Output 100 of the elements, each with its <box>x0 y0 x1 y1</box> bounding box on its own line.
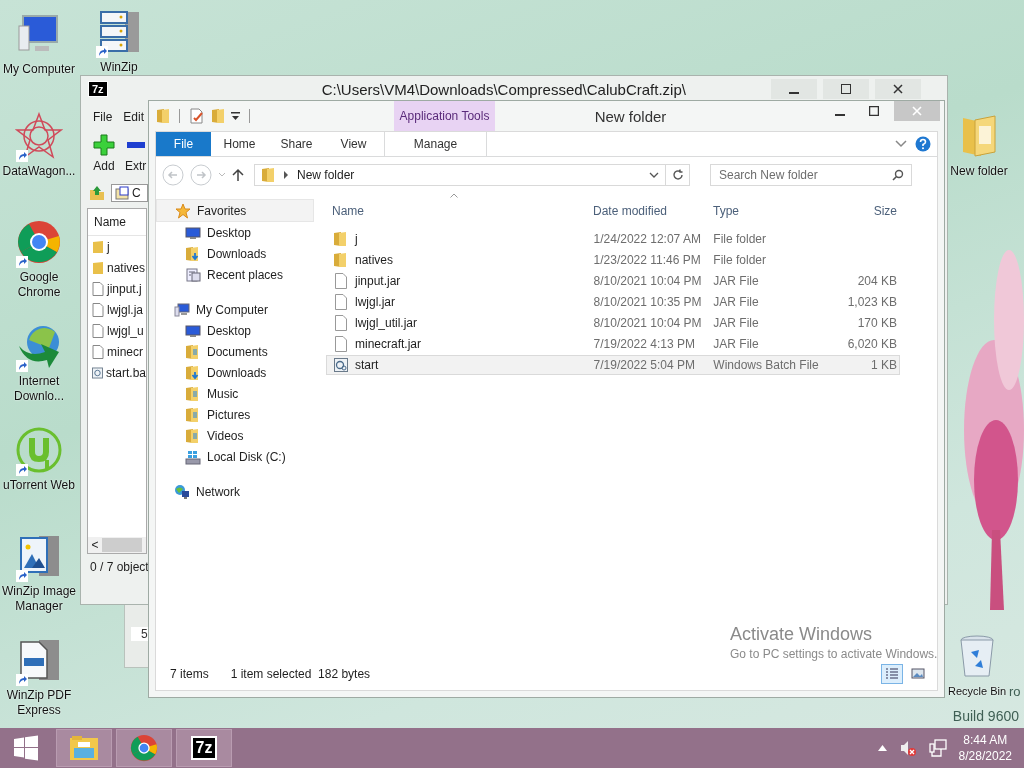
file-row[interactable]: minecraft.jar 7/19/2022 4:13 PM JAR File 6,020 KB <box>326 334 900 354</box>
address-bar[interactable]: New folder <box>254 164 666 186</box>
nav-item[interactable]: Recent places <box>156 264 314 285</box>
file-icon <box>333 273 349 289</box>
speaker-muted-icon[interactable] <box>898 739 917 757</box>
ribbon-tab[interactable]: Share <box>268 132 325 156</box>
column-header[interactable]: Name <box>88 209 146 236</box>
desktop-icon-label[interactable]: DataWagon... <box>2 164 76 179</box>
file-name[interactable]: j <box>107 239 110 254</box>
details-view-button[interactable] <box>881 664 903 684</box>
type-cell: JAR File <box>713 295 759 309</box>
folder-icon <box>92 260 104 275</box>
file-name[interactable]: lwjgl.ja <box>107 302 143 317</box>
search-icon[interactable] <box>892 169 904 181</box>
breadcrumb-arrow-icon[interactable] <box>283 171 289 179</box>
customize-dropdown-icon[interactable] <box>231 111 240 121</box>
nav-item[interactable]: Music <box>156 383 314 404</box>
window-fragment-text: 5 <box>131 627 148 641</box>
maximize-button[interactable] <box>823 79 869 99</box>
download-folder-icon <box>185 245 201 262</box>
refresh-button[interactable] <box>666 164 690 186</box>
maximize-icon <box>841 84 851 94</box>
nav-item[interactable]: Downloads <box>156 362 314 383</box>
file-name[interactable]: jinput.j <box>107 281 142 296</box>
minimize-button[interactable] <box>771 79 817 99</box>
up-arrow-icon[interactable] <box>232 168 244 182</box>
folder-icon <box>185 343 201 360</box>
file-name[interactable]: start.ba <box>105 365 146 380</box>
column-header[interactable]: Size <box>827 204 899 218</box>
file-row[interactable]: j 1/24/2022 12:07 AM File folder <box>326 229 900 249</box>
properties-icon[interactable] <box>189 108 205 124</box>
desktop-icon-label[interactable]: Recycle Bin <box>947 684 1007 699</box>
nav-item[interactable]: Local Disk (C:) <box>156 446 314 467</box>
desktop-icon-label[interactable]: WinZip PDF Express <box>0 688 78 718</box>
up-folder-icon[interactable] <box>89 185 105 201</box>
column-header[interactable]: Name <box>326 204 587 218</box>
refresh-icon <box>671 169 684 181</box>
show-hidden-icons[interactable] <box>877 745 887 751</box>
desktop-icon-label[interactable]: WinZip <box>100 60 138 75</box>
nav-item[interactable]: My Computer <box>156 299 314 320</box>
torrent-icon[interactable] <box>15 426 63 474</box>
sevenzip-taskbar-button[interactable]: 7z <box>176 729 232 767</box>
chrome-icon[interactable] <box>15 218 63 266</box>
size-cell: 1,023 KB <box>847 295 897 309</box>
file-row[interactable]: start 7/19/2022 5:04 PM Windows Batch File 1 KB <box>326 355 900 375</box>
ribbon-tab[interactable]: Home <box>211 132 268 156</box>
desktop-icon-label[interactable]: WinZip Image Manager <box>0 584 78 614</box>
file-explorer-taskbar-button[interactable] <box>56 729 112 767</box>
dropdown-icon[interactable] <box>649 172 659 178</box>
nav-item[interactable]: Desktop <box>156 320 314 341</box>
ribbon-tab[interactable]: View <box>325 132 382 156</box>
edition-text: ro <box>1009 684 1021 699</box>
folder-icon <box>185 406 201 423</box>
star-pattern-icon[interactable] <box>15 112 63 160</box>
column-header[interactable]: Date modified <box>587 204 707 218</box>
desktop-icon-label[interactable]: My Computer <box>3 62 75 77</box>
desktop-icon-label[interactable]: Google Chrome <box>0 270 78 300</box>
nav-item[interactable]: Downloads <box>156 243 314 264</box>
nav-item[interactable]: Pictures <box>156 404 314 425</box>
nav-item[interactable]: Network <box>156 481 314 502</box>
file-row[interactable]: lwjgl_util.jar 8/10/2021 10:04 PM JAR File 170 KB <box>326 313 900 333</box>
file-row[interactable]: natives 1/23/2022 11:46 PM File folder <box>326 250 900 270</box>
type-cell: File folder <box>713 253 766 267</box>
file-name[interactable]: natives <box>107 260 146 275</box>
file-name[interactable]: lwjgl_u <box>107 323 144 338</box>
plus-icon <box>93 134 115 156</box>
help-icon[interactable] <box>915 136 931 152</box>
nav-item[interactable]: Documents <box>156 341 314 362</box>
type-cell: JAR File <box>713 337 759 351</box>
toolbar-button[interactable]: Extr <box>125 134 147 176</box>
nav-item[interactable]: Desktop <box>156 222 314 243</box>
type-cell: File folder <box>713 232 766 246</box>
file-name: jinput.jar <box>355 274 401 288</box>
expand-ribbon-icon[interactable] <box>895 140 907 148</box>
nav-item[interactable]: Videos <box>156 425 314 446</box>
ribbon-tab[interactable]: File <box>156 132 211 156</box>
desktop-icon-label[interactable]: Internet Downlo... <box>0 374 78 404</box>
column-header[interactable]: Type <box>707 204 827 218</box>
chrome-icon <box>129 733 159 763</box>
folder-icon <box>68 734 100 762</box>
date-cell: 8/10/2021 10:04 PM <box>593 274 702 288</box>
menu-item[interactable]: Edit <box>123 110 145 124</box>
scrollbar-thumb[interactable] <box>102 538 142 552</box>
network-icon[interactable] <box>928 739 947 757</box>
toolbar-button[interactable]: Add <box>93 134 115 176</box>
menu-item[interactable]: File <box>93 110 113 124</box>
file-icon <box>333 315 349 331</box>
desktop-icon-label[interactable]: uTorrent Web <box>3 478 75 493</box>
archive-icon <box>115 186 129 200</box>
ribbon-tab[interactable]: Manage <box>384 132 487 156</box>
search-field[interactable]: Search New folder <box>710 164 912 186</box>
desktop-icon-label[interactable]: New folder <box>950 164 1008 179</box>
file-name[interactable]: minecr <box>107 344 143 359</box>
file-row[interactable]: jinput.jar 8/10/2021 10:04 PM JAR File 204 KB <box>326 271 900 291</box>
path-field[interactable]: C <box>111 184 148 202</box>
clock[interactable]: 8:44 AM 8/28/2022 <box>958 732 1012 764</box>
minimize-icon <box>835 114 845 116</box>
file-row[interactable]: lwjgl.jar 8/10/2021 10:35 PM JAR File 1,023 KB <box>326 292 900 312</box>
nav-item[interactable]: Favorites <box>156 199 314 222</box>
chrome-taskbar-button[interactable] <box>116 729 172 767</box>
